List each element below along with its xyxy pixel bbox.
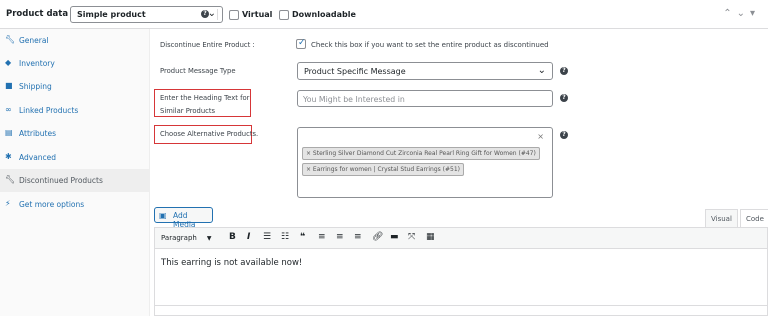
tag-icon: ◆	[5, 58, 12, 67]
sidebar-item-get-more-options[interactable]: ⚡︎ Get more options	[0, 193, 150, 216]
format-value: Paragraph	[161, 234, 197, 242]
selected-product-tag[interactable]: × Sterling Silver Diamond Cut Zirconia R…	[302, 147, 540, 160]
list-icon: ▤	[5, 128, 13, 137]
align-center-icon[interactable]: ≡	[336, 232, 344, 242]
help-icon[interactable]: ?	[560, 131, 568, 139]
heading-label-line2: Similar Products	[160, 107, 216, 115]
tab-visual[interactable]: Visual	[705, 209, 738, 227]
align-left-icon[interactable]: ≡	[318, 232, 326, 242]
message-type-label: Product Message Type	[160, 67, 236, 75]
bullet-list-icon[interactable]: ☰	[263, 232, 271, 242]
sidebar-item-attributes[interactable]: ▤ Attributes	[0, 122, 150, 145]
product-type-value: Simple product	[77, 10, 146, 19]
product-data-title: Product data —	[6, 9, 80, 19]
add-media-button[interactable]: ▣ Add Media	[154, 207, 213, 229]
editor-status-divider	[154, 305, 768, 306]
format-select[interactable]: Paragraph ▼	[161, 234, 211, 242]
sidebar-item-inventory[interactable]: ◆ Inventory	[0, 52, 150, 75]
sidebar-item-label: Inventory	[19, 59, 55, 68]
alt-products-label: Choose Alternative Products.	[160, 130, 259, 138]
sidebar-item-label: Attributes	[19, 129, 57, 138]
selected-product-tag[interactable]: × Earrings for women | Crystal Stud Earr…	[302, 163, 465, 176]
sidebar-item-label: Get more options	[19, 200, 85, 209]
downloadable-checkbox[interactable]	[279, 10, 289, 20]
discontinue-description: Check this box if you want to set the en…	[311, 41, 549, 49]
blockquote-icon[interactable]: ❝	[300, 232, 305, 242]
product-data-tabs: 🔧︎ General ◆ Inventory ■ Shipping ∞ Link…	[0, 29, 150, 316]
help-icon[interactable]: ?	[201, 10, 209, 18]
tab-code[interactable]: Code	[740, 209, 768, 227]
message-type-value: Product Specific Message	[304, 67, 406, 76]
help-icon[interactable]: ?	[560, 94, 568, 102]
chevron-down-icon: ▼	[206, 235, 212, 242]
gear-icon: ✱	[5, 152, 12, 161]
alt-products-multiselect[interactable]: × × Sterling Silver Diamond Cut Zirconia…	[297, 127, 553, 198]
toolbar-toggle-icon[interactable]: ▦	[426, 232, 435, 242]
heading-label-line1: Enter the Heading Text for	[160, 94, 250, 102]
sidebar-item-label: General	[19, 36, 49, 45]
read-more-icon[interactable]: ▬	[390, 232, 399, 242]
virtual-label: Virtual	[242, 10, 273, 19]
sidebar-item-label: Advanced	[19, 153, 57, 162]
help-icon[interactable]: ?	[560, 67, 568, 75]
discontinue-label: Discontinue Entire Product :	[160, 41, 255, 49]
panel-move-arrows-icon[interactable]: ⌃⌄▾	[723, 8, 760, 19]
discontinue-checkbox[interactable]: ✓	[296, 38, 306, 49]
italic-icon[interactable]: I	[247, 232, 250, 242]
sidebar-item-label: Linked Products	[19, 106, 79, 115]
heading-text-input[interactable]	[303, 93, 543, 105]
editor-toolbar: Paragraph ▼ B I ☰ ☷ ❝ ≡ ≡ ≡ 🔗︎ ▬ ⤧ ▦	[155, 228, 767, 249]
clear-icon[interactable]: ×	[537, 132, 544, 141]
sidebar-item-general[interactable]: 🔧︎ General	[0, 29, 150, 52]
bold-icon[interactable]: B	[229, 232, 236, 242]
sidebar-item-label: Discontinued Products	[19, 176, 103, 185]
content-editor[interactable]: Paragraph ▼ B I ☰ ☷ ❝ ≡ ≡ ≡ 🔗︎ ▬ ⤧ ▦ This…	[154, 227, 768, 316]
truck-icon: ■	[5, 81, 13, 90]
sidebar-item-linked-products[interactable]: ∞ Linked Products	[0, 99, 150, 122]
link-icon: ∞	[5, 105, 12, 114]
chevron-down-icon: ⌄	[537, 65, 546, 76]
plugin-icon: ⚡︎	[5, 199, 11, 208]
sidebar-item-discontinued-products[interactable]: 🔧︎ Discontinued Products	[0, 169, 150, 192]
wrench-icon: 🔧︎	[5, 175, 16, 184]
downloadable-label: Downloadable	[292, 10, 356, 19]
wrench-icon: 🔧︎	[5, 35, 16, 44]
virtual-checkbox[interactable]	[229, 10, 239, 20]
media-icon: ▣	[159, 211, 167, 220]
sidebar-item-shipping[interactable]: ■ Shipping	[0, 75, 150, 98]
heading-text-field[interactable]	[297, 90, 553, 107]
sidebar-item-label: Shipping	[19, 82, 52, 91]
checkmark-icon: ✓	[298, 38, 306, 48]
numbered-list-icon[interactable]: ☷	[281, 232, 289, 242]
editor-content[interactable]: This earring is not available now!	[161, 258, 302, 268]
header-divider	[217, 9, 218, 20]
sidebar-item-advanced[interactable]: ✱ Advanced	[0, 146, 150, 169]
link-icon[interactable]: 🔗︎	[372, 232, 383, 242]
fullscreen-icon[interactable]: ⤧	[408, 232, 415, 242]
align-right-icon[interactable]: ≡	[354, 232, 362, 242]
product-data-header: Product data — Simple product ⌄ ? Virtua…	[0, 0, 768, 29]
message-type-select[interactable]: Product Specific Message ⌄	[297, 62, 553, 80]
